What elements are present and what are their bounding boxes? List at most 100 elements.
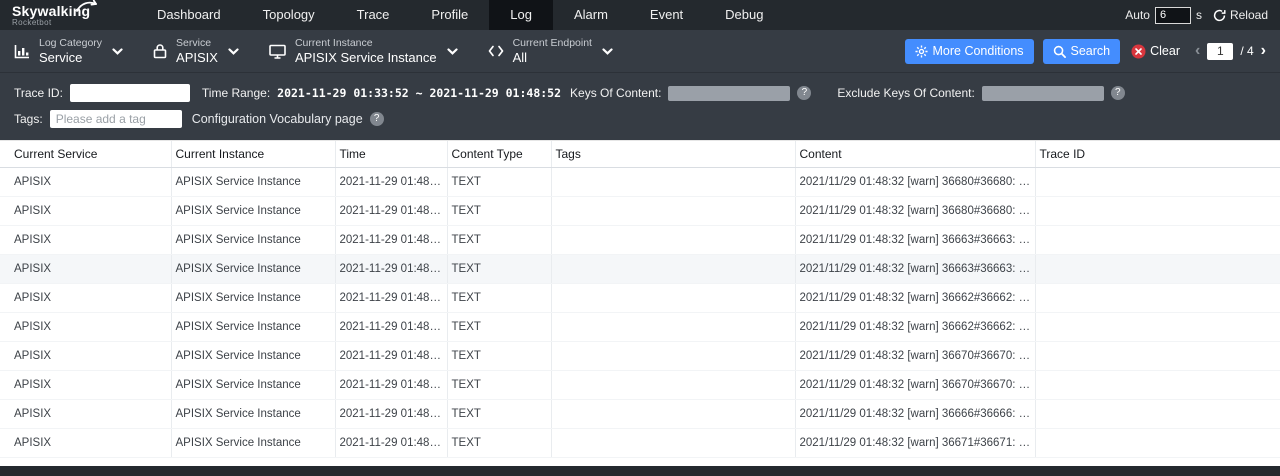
selector-label: Log Category	[39, 37, 102, 50]
cell-content-type: TEXT	[447, 225, 551, 254]
cell-content: 2021/11/29 01:48:32 [warn] 36663#36663: …	[795, 254, 1035, 283]
cell-time: 2021-11-29 01:48:52	[335, 312, 447, 341]
column-header-content: Content	[795, 141, 1035, 167]
cell-content-type: TEXT	[447, 370, 551, 399]
reload-label: Reload	[1230, 8, 1268, 22]
reload-button[interactable]: Reload	[1213, 8, 1268, 22]
selector-service[interactable]: ServiceAPISIX	[153, 37, 239, 65]
trace-id-input[interactable]	[70, 84, 190, 102]
toolbar-actions: More Conditions Search Clear ‹ / 4 ›	[905, 39, 1267, 64]
column-header-time: Time	[335, 141, 447, 167]
cell-time: 2021-11-29 01:48:52	[335, 399, 447, 428]
table-row[interactable]: APISIXAPISIX Service Instance2021-11-29 …	[0, 428, 1280, 457]
cell-instance: APISIX Service Instance	[171, 254, 335, 283]
help-icon[interactable]: ?	[1111, 86, 1125, 100]
search-button[interactable]: Search	[1043, 39, 1121, 64]
cell-tags	[551, 341, 795, 370]
clear-button[interactable]: Clear	[1129, 39, 1182, 64]
clear-circle-icon	[1131, 44, 1146, 59]
column-header-content-type: Content Type	[447, 141, 551, 167]
cell-tags	[551, 283, 795, 312]
table-row[interactable]: APISIXAPISIX Service Instance2021-11-29 …	[0, 225, 1280, 254]
cell-content: 2021/11/29 01:48:32 [warn] 36662#36662: …	[795, 312, 1035, 341]
cell-content-type: TEXT	[447, 428, 551, 457]
nav-item-event[interactable]: Event	[629, 0, 704, 30]
cell-tags	[551, 167, 795, 196]
table-row[interactable]: APISIXAPISIX Service Instance2021-11-29 …	[0, 370, 1280, 399]
nav-item-profile[interactable]: Profile	[410, 0, 489, 30]
logo-swoosh-icon	[76, 0, 98, 16]
logo-subtitle: Rocketbot	[12, 19, 104, 27]
cell-service: APISIX	[0, 399, 171, 428]
nav-item-alarm[interactable]: Alarm	[553, 0, 629, 30]
next-page-button[interactable]: ›	[1261, 43, 1266, 59]
cell-instance: APISIX Service Instance	[171, 167, 335, 196]
tags-label: Tags:	[14, 112, 43, 126]
app-logo[interactable]: Skywalking Rocketbot	[12, 4, 104, 27]
trace-id-label: Trace ID:	[14, 86, 63, 100]
cell-service: APISIX	[0, 341, 171, 370]
nav-item-dashboard[interactable]: Dashboard	[136, 0, 242, 30]
table-row[interactable]: APISIXAPISIX Service Instance2021-11-29 …	[0, 399, 1280, 428]
cell-instance: APISIX Service Instance	[171, 428, 335, 457]
column-header-tags: Tags	[551, 141, 795, 167]
cell-time: 2021-11-29 01:48:52	[335, 341, 447, 370]
cell-trace-id	[1035, 428, 1280, 457]
selector-log-category[interactable]: Log CategoryService	[14, 37, 123, 65]
time-range-value: 2021-11-29 01:33:52 ~ 2021-11-29 01:48:5…	[277, 86, 561, 100]
selector-current-instance[interactable]: Current InstanceAPISIX Service Instance	[269, 37, 458, 65]
cell-trace-id	[1035, 225, 1280, 254]
table-row[interactable]: APISIXAPISIX Service Instance2021-11-29 …	[0, 167, 1280, 196]
cell-service: APISIX	[0, 283, 171, 312]
cell-service: APISIX	[0, 370, 171, 399]
cell-content-type: TEXT	[447, 312, 551, 341]
nav-item-trace[interactable]: Trace	[336, 0, 411, 30]
previous-page-button[interactable]: ‹	[1195, 43, 1200, 59]
exclude-keys-of-content-input[interactable]	[982, 86, 1104, 101]
column-header-current-instance: Current Instance	[171, 141, 335, 167]
column-header-trace-id: Trace ID	[1035, 141, 1280, 167]
cell-time: 2021-11-29 01:48:52	[335, 428, 447, 457]
auto-unit-label: s	[1196, 8, 1202, 22]
cell-content: 2021/11/29 01:48:32 [warn] 36666#36666: …	[795, 399, 1035, 428]
auto-label: Auto	[1125, 8, 1150, 22]
table-row[interactable]: APISIXAPISIX Service Instance2021-11-29 …	[0, 341, 1280, 370]
table-row[interactable]: APISIXAPISIX Service Instance2021-11-29 …	[0, 254, 1280, 283]
selector-current-endpoint[interactable]: Current EndpointAll	[488, 37, 613, 65]
cell-content-type: TEXT	[447, 283, 551, 312]
nav-item-debug[interactable]: Debug	[704, 0, 784, 30]
more-conditions-button[interactable]: More Conditions	[905, 39, 1034, 64]
cell-content: 2021/11/29 01:48:32 [warn] 36670#36670: …	[795, 370, 1035, 399]
selector-text: Current InstanceAPISIX Service Instance	[295, 37, 437, 65]
cell-trace-id	[1035, 399, 1280, 428]
conditions-toolbar: Log CategoryServiceServiceAPISIXCurrent …	[0, 30, 1280, 72]
cell-content: 2021/11/29 01:48:32 [warn] 36671#36671: …	[795, 428, 1035, 457]
tags-input[interactable]	[50, 110, 182, 128]
table-row[interactable]: APISIXAPISIX Service Instance2021-11-29 …	[0, 312, 1280, 341]
table-row[interactable]: APISIXAPISIX Service Instance2021-11-29 …	[0, 283, 1280, 312]
cell-content-type: TEXT	[447, 196, 551, 225]
selector-label: Service	[176, 37, 218, 50]
help-icon[interactable]: ?	[797, 86, 811, 100]
keys-of-content-input[interactable]	[668, 86, 790, 101]
selector-value: APISIX	[176, 50, 218, 65]
instance-icon	[269, 44, 286, 59]
auto-reload-seconds-input[interactable]	[1155, 7, 1191, 24]
page-number-input[interactable]	[1207, 43, 1233, 60]
cell-instance: APISIX Service Instance	[171, 196, 335, 225]
cell-instance: APISIX Service Instance	[171, 283, 335, 312]
nav-item-topology[interactable]: Topology	[242, 0, 336, 30]
selector-text: Current EndpointAll	[513, 37, 592, 65]
more-conditions-label: More Conditions	[933, 44, 1024, 58]
cell-tags	[551, 370, 795, 399]
filter-row-1: Trace ID: Time Range: 2021-11-29 01:33:5…	[0, 80, 1280, 106]
service-icon	[153, 43, 167, 59]
help-icon[interactable]: ?	[370, 112, 384, 126]
cell-content: 2021/11/29 01:48:32 [warn] 36680#36680: …	[795, 167, 1035, 196]
configuration-vocabulary-link[interactable]: Configuration Vocabulary page	[192, 112, 363, 126]
time-range-label: Time Range:	[202, 86, 270, 100]
table-row[interactable]: APISIXAPISIX Service Instance2021-11-29 …	[0, 196, 1280, 225]
cell-trace-id	[1035, 283, 1280, 312]
cell-content-type: TEXT	[447, 341, 551, 370]
nav-item-log[interactable]: Log	[489, 0, 553, 30]
